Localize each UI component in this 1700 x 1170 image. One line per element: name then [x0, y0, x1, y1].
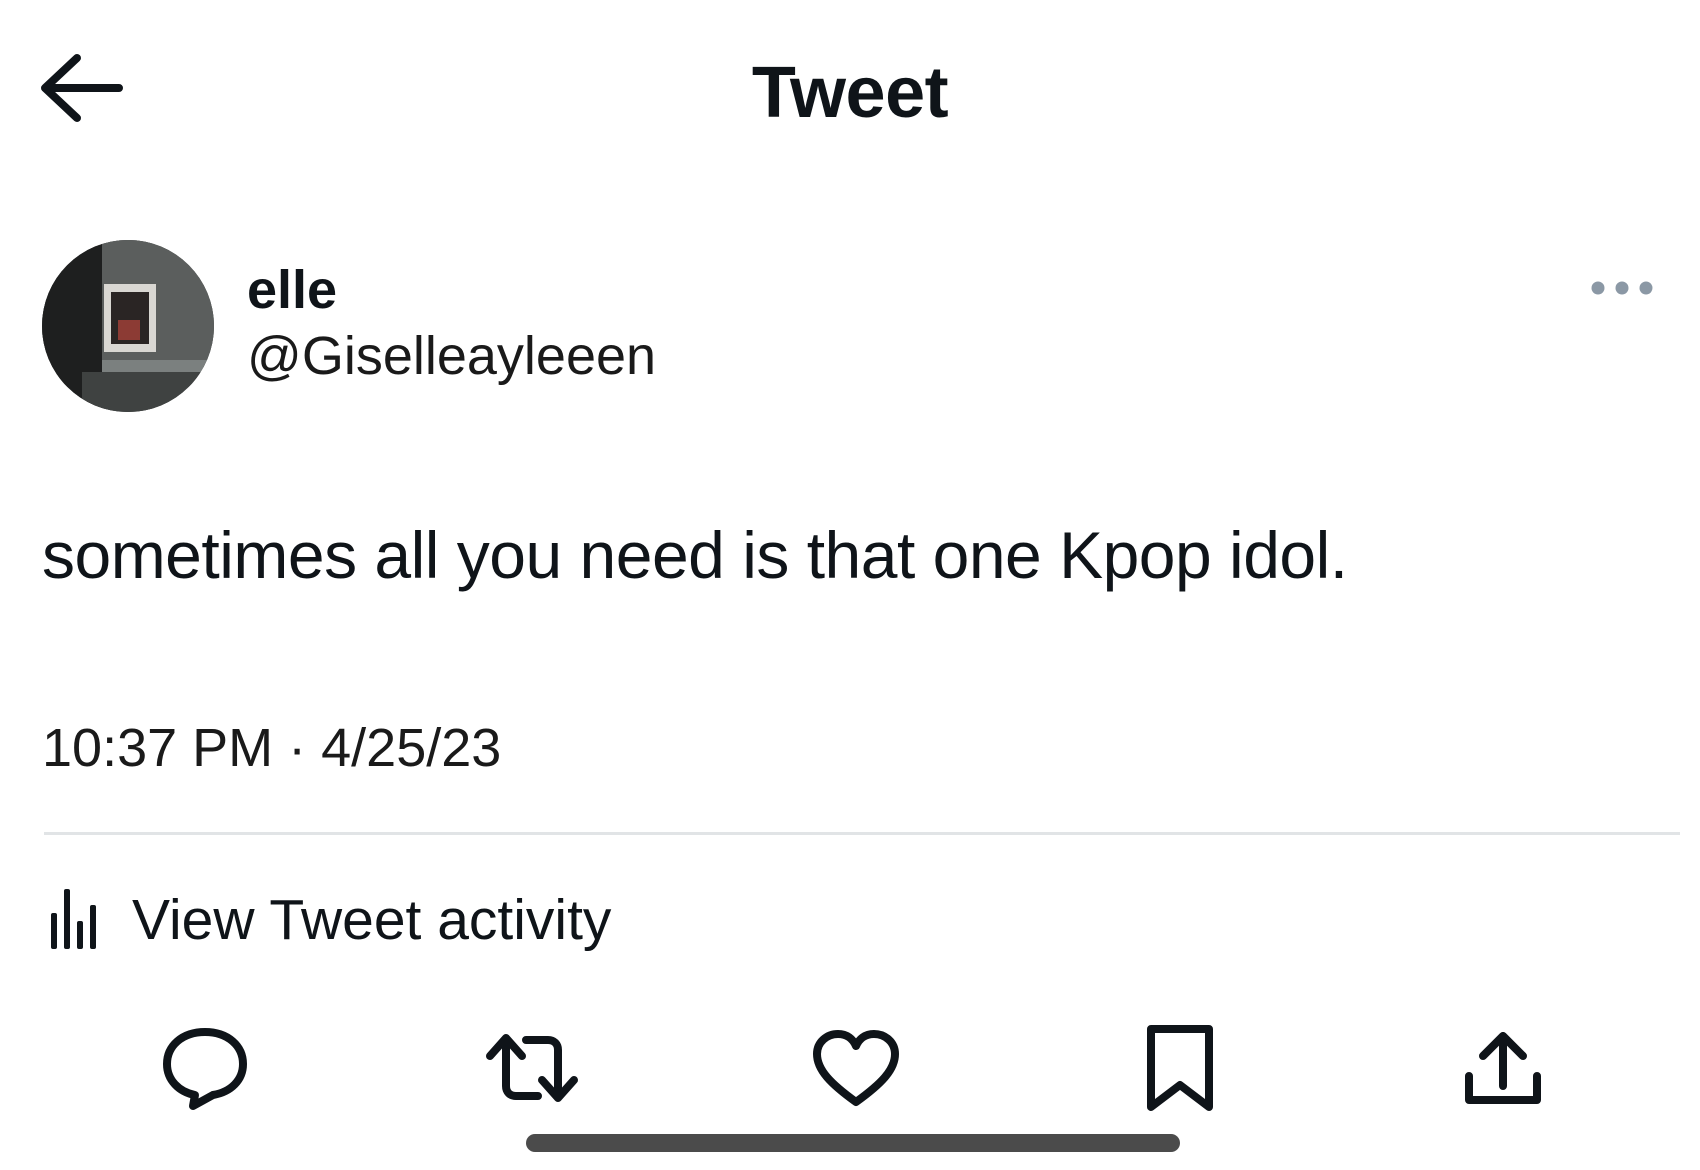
- user-handle[interactable]: @Giselleayleeen: [247, 322, 656, 390]
- display-name[interactable]: elle: [247, 258, 656, 322]
- tweet-text: sometimes all you need is that one Kpop …: [42, 518, 1348, 592]
- reply-button[interactable]: [155, 1020, 255, 1120]
- retweet-icon: [482, 1030, 582, 1111]
- tweet-timestamp[interactable]: 10:37 PM · 4/25/23: [42, 715, 501, 781]
- like-button[interactable]: [806, 1020, 906, 1120]
- retweet-button[interactable]: [482, 1020, 582, 1120]
- activity-label: View Tweet activity: [132, 888, 612, 952]
- top-bar: Tweet: [0, 0, 1700, 190]
- share-button[interactable]: [1453, 1020, 1553, 1120]
- divider: [44, 832, 1680, 835]
- more-dots-icon: [1590, 280, 1654, 301]
- page-title: Tweet: [751, 53, 949, 133]
- bookmark-button[interactable]: [1130, 1020, 1230, 1120]
- home-indicator[interactable]: [526, 1134, 1180, 1152]
- tweet-actions-bar: [0, 1020, 1700, 1120]
- reply-icon: [159, 1024, 251, 1117]
- view-tweet-activity-button[interactable]: View Tweet activity: [48, 880, 611, 960]
- tweet-author: elle @Giselleayleeen: [42, 240, 1662, 415]
- bar-chart-icon: [48, 883, 102, 958]
- share-icon: [1463, 1028, 1543, 1113]
- author-names: elle @Giselleayleeen: [247, 258, 656, 390]
- more-options-button[interactable]: [1582, 270, 1662, 310]
- heart-icon: [811, 1028, 901, 1113]
- bookmark-icon: [1145, 1023, 1215, 1118]
- avatar[interactable]: [42, 240, 214, 412]
